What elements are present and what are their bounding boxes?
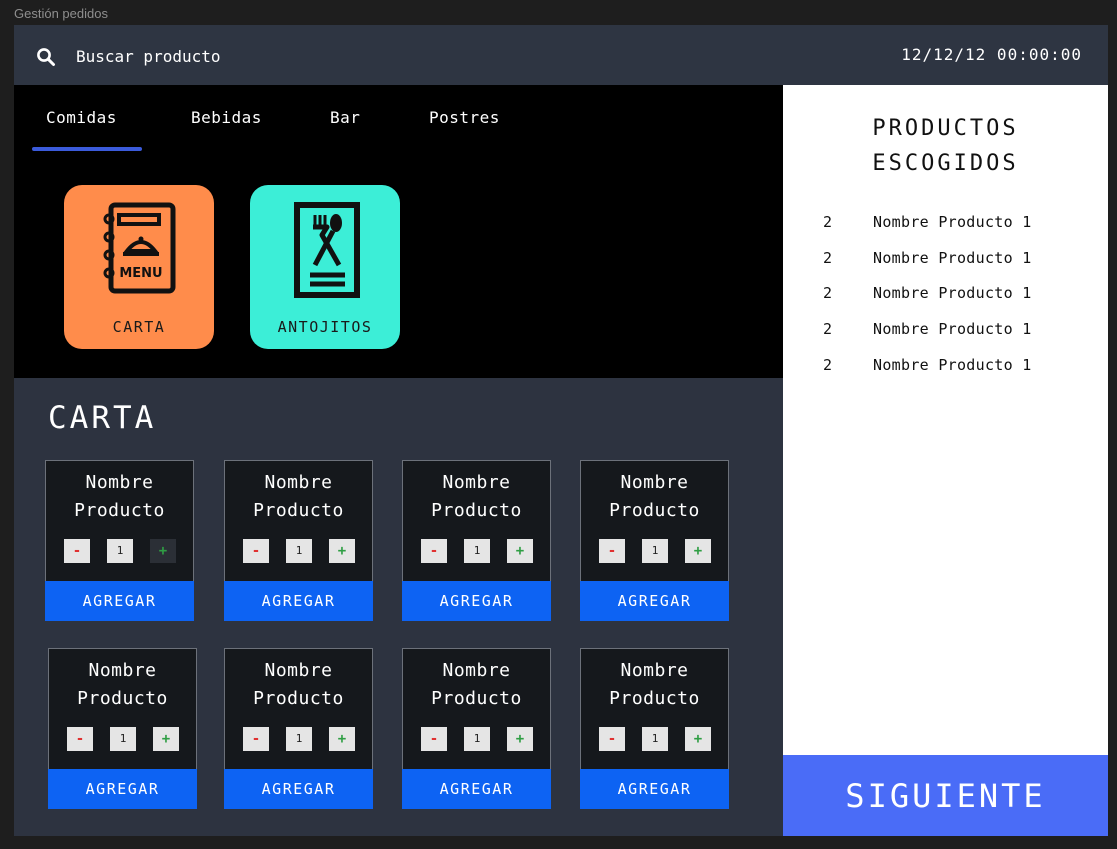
add-button[interactable]: AGREGAR [402, 581, 551, 621]
chosen-item: 2 Nombre Producto 1 [783, 213, 1108, 235]
add-button[interactable]: AGREGAR [45, 581, 194, 621]
category-tile-carta[interactable]: MENU CARTA [64, 185, 214, 349]
chosen-products-panel: PRODUCTOS ESCOGIDOS 2 Nombre Producto 1 … [783, 85, 1108, 755]
product-card: Nombre Producto - 1 + AGREGAR [402, 648, 551, 809]
decrease-button[interactable]: - [64, 539, 90, 563]
quantity-stepper: - 1 + [49, 727, 196, 751]
chosen-item-name: Nombre Producto 1 [873, 356, 1032, 374]
add-button[interactable]: AGREGAR [48, 769, 197, 809]
chosen-item-qty: 2 [823, 356, 833, 374]
product-name: Nombre Producto [609, 660, 700, 709]
search-input[interactable] [76, 43, 436, 69]
increase-button[interactable]: + [329, 539, 355, 563]
tab-bebidas[interactable]: Bebidas [191, 108, 262, 127]
quantity-stepper: - 1 + [581, 727, 728, 751]
tab-postres[interactable]: Postres [429, 108, 500, 127]
quantity-value: 1 [642, 727, 668, 751]
quantity-stepper: - 1 + [225, 539, 372, 563]
quantity-value: 1 [286, 539, 312, 563]
product-name: Nombre Producto [431, 472, 522, 521]
svg-text:MENU: MENU [119, 266, 162, 281]
chosen-item-name: Nombre Producto 1 [873, 320, 1032, 338]
quantity-stepper: - 1 + [403, 539, 550, 563]
product-name: Nombre Producto [431, 660, 522, 709]
menu-book-icon: MENU [103, 202, 176, 294]
quantity-value: 1 [642, 539, 668, 563]
decrease-button[interactable]: - [421, 539, 447, 563]
quantity-value: 1 [110, 727, 136, 751]
top-bar: 12/12/12 00:00:00 [14, 25, 1108, 85]
product-card: Nombre Producto - 1 + AGREGAR [580, 648, 729, 809]
chosen-item-qty: 2 [823, 249, 833, 267]
quantity-value: 1 [286, 727, 312, 751]
category-tile-antojitos[interactable]: ANTOJITOS [250, 185, 400, 349]
chosen-item: 2 Nombre Producto 1 [783, 284, 1108, 306]
product-name: Nombre Producto [77, 660, 168, 709]
add-button[interactable]: AGREGAR [580, 769, 729, 809]
chosen-item-name: Nombre Producto 1 [873, 284, 1032, 302]
utensils-icon [294, 202, 360, 298]
active-tab-indicator [32, 147, 142, 151]
chosen-item: 2 Nombre Producto 1 [783, 249, 1108, 271]
increase-button[interactable]: + [507, 727, 533, 751]
chosen-products-title: PRODUCTOS ESCOGIDOS [872, 116, 1019, 176]
category-label: CARTA [112, 318, 166, 336]
add-button[interactable]: AGREGAR [224, 581, 373, 621]
chosen-item-qty: 2 [823, 284, 833, 302]
chosen-item-qty: 2 [823, 320, 833, 338]
add-button[interactable]: AGREGAR [224, 769, 373, 809]
frame-label: Gestión pedidos [14, 6, 108, 21]
product-card: Nombre Producto - 1 + AGREGAR [45, 460, 194, 621]
increase-button[interactable]: + [507, 539, 533, 563]
quantity-stepper: - 1 + [46, 539, 193, 563]
product-name: Nombre Producto [253, 660, 344, 709]
category-panel: Comidas Bebidas Bar Postres MENU CARTA A… [14, 85, 783, 378]
product-card: Nombre Producto - 1 + AGREGAR [402, 460, 551, 621]
quantity-value: 1 [107, 539, 133, 563]
product-name: Nombre Producto [609, 472, 700, 521]
quantity-stepper: - 1 + [225, 727, 372, 751]
chosen-item-name: Nombre Producto 1 [873, 249, 1032, 267]
increase-button[interactable]: + [685, 727, 711, 751]
product-card: Nombre Producto - 1 + AGREGAR [224, 648, 373, 809]
quantity-stepper: - 1 + [403, 727, 550, 751]
chosen-item: 2 Nombre Producto 1 [783, 320, 1108, 342]
decrease-button[interactable]: - [243, 727, 269, 751]
increase-button[interactable]: + [685, 539, 711, 563]
decrease-button[interactable]: - [67, 727, 93, 751]
add-button[interactable]: AGREGAR [402, 769, 551, 809]
quantity-value: 1 [464, 539, 490, 563]
decrease-button[interactable]: - [243, 539, 269, 563]
increase-button[interactable]: + [150, 539, 176, 563]
tab-comidas[interactable]: Comidas [46, 108, 117, 127]
decrease-button[interactable]: - [599, 727, 625, 751]
datetime-display: 12/12/12 00:00:00 [901, 45, 1082, 64]
product-card: Nombre Producto - 1 + AGREGAR [48, 648, 197, 809]
tab-bar[interactable]: Bar [330, 108, 360, 127]
decrease-button[interactable]: - [599, 539, 625, 563]
product-name: Nombre Producto [253, 472, 344, 521]
add-button[interactable]: AGREGAR [580, 581, 729, 621]
increase-button[interactable]: + [329, 727, 355, 751]
product-card: Nombre Producto - 1 + AGREGAR [224, 460, 373, 621]
increase-button[interactable]: + [153, 727, 179, 751]
product-name: Nombre Producto [74, 472, 165, 521]
decrease-button[interactable]: - [421, 727, 447, 751]
chosen-item: 2 Nombre Producto 1 [783, 356, 1108, 378]
quantity-value: 1 [464, 727, 490, 751]
chosen-item-qty: 2 [823, 213, 833, 231]
section-title: CARTA [48, 400, 157, 436]
product-card: Nombre Producto - 1 + AGREGAR [580, 460, 729, 621]
quantity-stepper: - 1 + [581, 539, 728, 563]
next-button[interactable]: SIGUIENTE [783, 755, 1108, 836]
search-icon[interactable] [36, 47, 56, 67]
chosen-item-name: Nombre Producto 1 [873, 213, 1032, 231]
category-label: ANTOJITOS [277, 318, 373, 336]
order-app: 12/12/12 00:00:00 Comidas Bebidas Bar Po… [14, 25, 1108, 836]
